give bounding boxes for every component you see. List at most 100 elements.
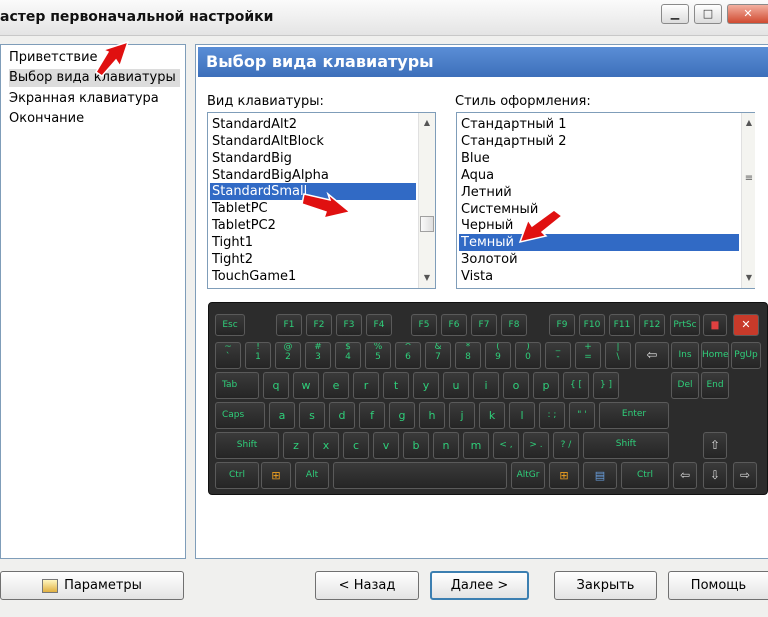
key-semicolon: : ; bbox=[539, 402, 565, 429]
key-f8: F8 bbox=[501, 314, 527, 336]
key-g: g bbox=[389, 402, 415, 429]
key-x: x bbox=[313, 432, 339, 459]
keyboard-preview: Esc F1 F2 F3 F4 F5 F6 F7 F8 F9 F10 F11 F… bbox=[208, 302, 768, 495]
key-k: k bbox=[479, 402, 505, 429]
key-end: End bbox=[701, 372, 729, 399]
scroll-thumb[interactable] bbox=[420, 216, 434, 232]
key-slash: ? / bbox=[553, 432, 579, 459]
scroll-grip-icon[interactable]: ≡ bbox=[743, 173, 755, 185]
key-f10: F10 bbox=[579, 314, 605, 336]
list-item[interactable]: Blue bbox=[459, 150, 753, 167]
list-item-selected[interactable]: Темный bbox=[459, 234, 739, 251]
list-item[interactable]: TouchGame1 bbox=[210, 268, 433, 285]
key-pgup: PgUp bbox=[731, 342, 761, 369]
list-item[interactable]: Системный bbox=[459, 201, 753, 218]
key-f3: F3 bbox=[336, 314, 362, 336]
key-e: e bbox=[323, 372, 349, 399]
list-item[interactable]: Aqua bbox=[459, 167, 753, 184]
maximize-button[interactable]: □ bbox=[694, 4, 722, 24]
help-button[interactable]: Помощь bbox=[668, 571, 768, 600]
key-tilde: ~ ` bbox=[215, 342, 241, 369]
key-caps: Caps bbox=[215, 402, 265, 429]
list-item[interactable]: Летний bbox=[459, 184, 753, 201]
next-button[interactable]: Далее > bbox=[430, 571, 529, 600]
key-f4: F4 bbox=[366, 314, 392, 336]
style-list[interactable]: Стандартный 1 Стандартный 2 Blue Aqua Ле… bbox=[456, 112, 755, 289]
key-home: Home bbox=[701, 342, 729, 369]
key-4: $4 bbox=[335, 342, 361, 369]
key-ctrl-right: Ctrl bbox=[621, 462, 669, 489]
menu-icon: ▤ bbox=[583, 462, 617, 489]
key-equals: + = bbox=[575, 342, 601, 369]
key-comma: < , bbox=[493, 432, 519, 459]
key-minus: _ - bbox=[545, 342, 571, 369]
close-window-button[interactable]: ✕ bbox=[727, 4, 768, 24]
key-d: d bbox=[329, 402, 355, 429]
key-enter: Enter bbox=[599, 402, 669, 429]
settings-button[interactable]: Параметры bbox=[0, 571, 184, 600]
key-esc: Esc bbox=[215, 314, 245, 336]
close-button[interactable]: Закрыть bbox=[554, 571, 657, 600]
key-0: ) 0 bbox=[515, 342, 541, 369]
scroll-down-icon[interactable]: ▼ bbox=[421, 272, 433, 284]
annotation-arrow-icon bbox=[94, 40, 130, 77]
style-scrollbar[interactable]: ▲ ≡ ▼ bbox=[741, 113, 755, 288]
settings-icon bbox=[42, 578, 59, 593]
list-item[interactable]: StandardAlt2 bbox=[210, 116, 433, 133]
key-j: j bbox=[449, 402, 475, 429]
list-item[interactable]: Стандартный 2 bbox=[459, 133, 753, 150]
key-o: o bbox=[503, 372, 529, 399]
windows-icon: ⊞ bbox=[549, 462, 579, 489]
nav-item-finish[interactable]: Окончание bbox=[9, 110, 88, 128]
key-alt: Alt bbox=[295, 462, 329, 489]
scroll-down-icon[interactable]: ▼ bbox=[743, 272, 755, 284]
key-f2: F2 bbox=[306, 314, 332, 336]
key-a: a bbox=[269, 402, 295, 429]
key-f12: F12 bbox=[639, 314, 665, 336]
list-item[interactable]: Tight2 bbox=[210, 251, 433, 268]
key-backslash: | \ bbox=[605, 342, 631, 369]
list-item[interactable]: Стандартный 1 bbox=[459, 116, 753, 133]
keyboard-type-label: Вид клавиатуры: bbox=[207, 94, 324, 109]
key-l: l bbox=[509, 402, 535, 429]
key-rbracket: } ] bbox=[593, 372, 619, 399]
list-item[interactable]: Золотой bbox=[459, 251, 753, 268]
arrow-left-icon: ⇦ bbox=[673, 462, 697, 489]
key-7: & 7 bbox=[425, 342, 451, 369]
minimize-button[interactable]: ▁ bbox=[661, 4, 689, 24]
back-button[interactable]: < Назад bbox=[315, 571, 419, 600]
key-ins: Ins bbox=[671, 342, 699, 369]
scroll-up-icon[interactable]: ▲ bbox=[421, 117, 433, 129]
list-item[interactable]: Черный bbox=[459, 217, 753, 234]
backspace-icon: ⇦ bbox=[635, 342, 669, 369]
key-8: * 8 bbox=[455, 342, 481, 369]
key-f: f bbox=[359, 402, 385, 429]
nav-item-onscreen-keyboard[interactable]: Экранная клавиатура bbox=[9, 90, 163, 108]
list-item[interactable]: Tight1 bbox=[210, 234, 433, 251]
key-shift-right: Shift bbox=[583, 432, 669, 459]
list-item[interactable]: StandardAltBlock bbox=[210, 133, 433, 150]
style-label: Стиль оформления: bbox=[455, 94, 591, 109]
nav-item-welcome[interactable]: Приветствие bbox=[9, 49, 102, 67]
list-item[interactable]: Vista bbox=[459, 268, 753, 285]
key-q: q bbox=[263, 372, 289, 399]
wizard-nav: Приветствие Выбор вида клавиатуры Экранн… bbox=[0, 44, 186, 559]
key-altgr: AltGr bbox=[511, 462, 545, 489]
key-ctrl-left: Ctrl bbox=[215, 462, 259, 489]
key-tab: Tab bbox=[215, 372, 259, 399]
windows-icon: ⊞ bbox=[261, 462, 291, 489]
title-bar: астер первоначальной настройки ▁ □ ✕ bbox=[0, 0, 768, 36]
scroll-up-icon[interactable]: ▲ bbox=[743, 117, 755, 129]
list-item[interactable]: StandardBigAlpha bbox=[210, 167, 433, 184]
key-prtsc: PrtSc bbox=[670, 314, 700, 336]
key-z: z bbox=[283, 432, 309, 459]
key-5: % 5 bbox=[365, 342, 391, 369]
key-f6: F6 bbox=[441, 314, 467, 336]
list-item[interactable]: StandardBig bbox=[210, 150, 433, 167]
keyboard-type-scrollbar[interactable]: ▲ ▼ bbox=[418, 113, 435, 288]
key-1: ! 1 bbox=[245, 342, 271, 369]
key-b: b bbox=[403, 432, 429, 459]
key-9: (9 bbox=[485, 342, 511, 369]
key-f11: F11 bbox=[609, 314, 635, 336]
key-i: i bbox=[473, 372, 499, 399]
